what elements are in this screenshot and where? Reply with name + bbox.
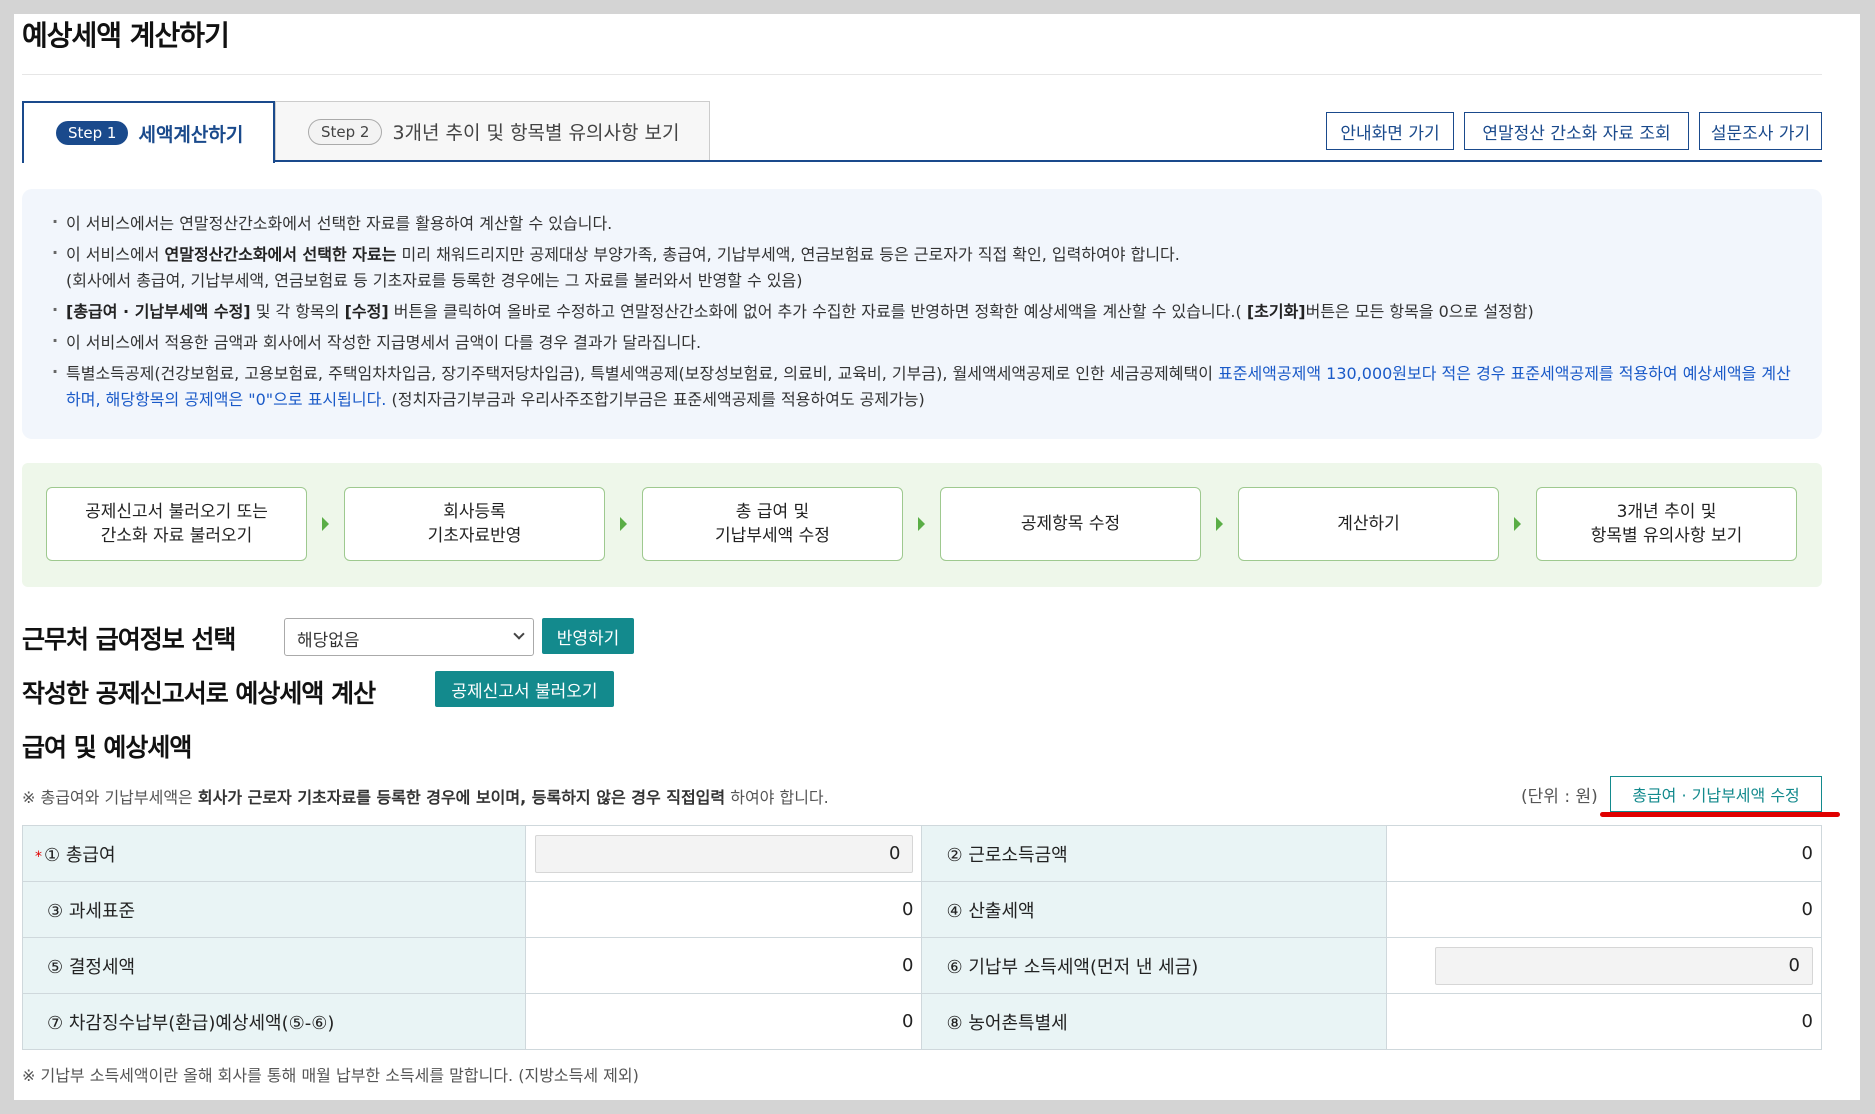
prepaid-tax-input[interactable]: 0 xyxy=(1435,946,1813,985)
survey-button[interactable]: 설문조사 가기 xyxy=(1699,112,1822,150)
arrow-right-icon xyxy=(1514,517,1521,531)
note-bold: 회사가 근로자 기초자료를 등록한 경우에 보이며, 등록하지 않은 경우 직접… xyxy=(197,788,726,807)
value-cell: 0 xyxy=(1386,881,1822,938)
info-bold: [수정] xyxy=(344,302,389,321)
value-cell: 0 xyxy=(524,937,923,994)
value-cell: 0 xyxy=(524,993,923,1050)
tab-underline xyxy=(275,160,1822,162)
table-row: ⑤ 결정세액 0 ⑥ 기납부 소득세액(먼저 낸 세금) 0 xyxy=(22,937,1822,994)
info-box: 이 서비스에서는 연말정산간소화에서 선택한 자료를 활용하여 계산할 수 있습… xyxy=(22,189,1822,439)
flow-text: 계산하기 xyxy=(1337,514,1400,534)
info-text: 버튼은 모든 항목을 0으로 설정함) xyxy=(1305,302,1534,321)
value-cell: 0 xyxy=(524,881,923,938)
workplace-select[interactable]: 해당없음 xyxy=(284,618,534,656)
chevron-down-icon xyxy=(513,628,525,640)
row-label: ④ 산출세액 xyxy=(921,881,1388,938)
workplace-title: 근무처 급여정보 선택 xyxy=(22,625,236,654)
table-row: ⑦ 차감징수납부(환급)예상세액(⑤-⑥) 0 ⑧ 농어촌특별세 0 xyxy=(22,993,1822,1050)
prepaid-tax-cell: 0 xyxy=(1386,937,1822,994)
info-text: 미리 채워드리지만 공제대상 부양가족, 총급여, 기납부세액, 연금보험료 등… xyxy=(396,245,1180,264)
info-item: [총급여 · 기납부세액 수정] 및 각 항목의 [수정] 버튼을 클릭하여 올… xyxy=(52,297,1792,325)
info-text: 특별소득공제(건강보험료, 고용보험료, 주택임차차입금, 장기주택저당차입금)… xyxy=(66,364,1219,383)
unit-label: (단위 : 원) xyxy=(1521,787,1598,807)
info-text: 및 각 항목의 xyxy=(250,302,345,321)
page-frame: 예상세액 계산하기 Step 1 세액계산하기 Step 2 3개년 추이 및 … xyxy=(14,14,1860,1100)
flow-step-1: 공제신고서 불러오기 또는간소화 자료 불러오기 xyxy=(46,487,307,561)
salary-table: * ① 총급여 0 ② 근로소득금액 0 ③ 과세표준 0 ④ 산출세액 0 ⑤ … xyxy=(22,825,1822,1050)
salary-note: ※ 총급여와 기납부세액은 회사가 근로자 기초자료를 등록한 경우에 보이며,… xyxy=(22,784,829,808)
info-bold: [초기화] xyxy=(1246,302,1306,321)
page-title: 예상세액 계산하기 xyxy=(22,19,230,52)
row-label: ⑥ 기납부 소득세액(먼저 낸 세금) xyxy=(921,937,1388,994)
flow-text: 기납부세액 수정 xyxy=(715,526,830,546)
info-text: (회사에서 총급여, 기납부세액, 연금보험료 등 기초자료를 등록한 경우에는… xyxy=(66,271,803,290)
edit-salary-tax-button[interactable]: 총급여 · 기납부세액 수정 xyxy=(1610,776,1822,812)
total-salary-cell: 0 xyxy=(524,825,923,882)
tab-label: 세액계산하기 xyxy=(138,123,244,146)
info-text: 이 서비스에서 xyxy=(66,245,165,264)
info-text: 이 서비스에서는 연말정산간소화에서 선택한 자료를 활용하여 계산할 수 있습… xyxy=(66,214,613,233)
row-label: ③ 과세표준 xyxy=(22,881,526,938)
row-label: ⑧ 농어촌특별세 xyxy=(921,993,1388,1050)
flow-step-5: 계산하기 xyxy=(1238,487,1499,561)
note-text: ※ 총급여와 기납부세액은 xyxy=(22,788,198,807)
flow-text: 공제항목 수정 xyxy=(1020,514,1121,534)
tab-step2[interactable]: Step 2 3개년 추이 및 항목별 유의사항 보기 xyxy=(275,101,710,161)
row-label: ⑤ 결정세액 xyxy=(22,937,526,994)
process-flow: 공제신고서 불러오기 또는간소화 자료 불러오기 회사등록기초자료반영 총 급여… xyxy=(22,463,1822,587)
flow-text: 항목별 유의사항 보기 xyxy=(1590,526,1743,546)
info-item: 이 서비스에서 적용한 금액과 회사에서 작성한 지급명세서 금액이 다를 경우… xyxy=(52,328,1792,356)
step-badge: Step 2 xyxy=(308,118,383,145)
arrow-right-icon xyxy=(1216,517,1223,531)
info-item: 특별소득공제(건강보험료, 고용보험료, 주택임차차입금, 장기주택저당차입금)… xyxy=(52,359,1792,413)
info-text: (정치자금기부금과 우리사주조합기부금은 표준세액공제를 적용하여도 공제가능) xyxy=(386,390,925,409)
flow-text: 간소화 자료 불러오기 xyxy=(100,526,253,546)
declaration-title: 작성한 공제신고서로 예상세액 계산 xyxy=(22,679,376,708)
total-salary-input[interactable]: 0 xyxy=(535,834,914,873)
flow-step-3: 총 급여 및기납부세액 수정 xyxy=(642,487,903,561)
note-text: 하여야 합니다. xyxy=(725,788,829,807)
table-row: * ① 총급여 0 ② 근로소득금액 0 xyxy=(22,825,1822,882)
info-item: 이 서비스에서는 연말정산간소화에서 선택한 자료를 활용하여 계산할 수 있습… xyxy=(52,209,1792,237)
flow-step-4: 공제항목 수정 xyxy=(940,487,1201,561)
flow-step-2: 회사등록기초자료반영 xyxy=(344,487,605,561)
load-declaration-button[interactable]: 공제신고서 불러오기 xyxy=(435,671,614,707)
row-label: ② 근로소득금액 xyxy=(921,825,1388,882)
info-bold: [총급여 · 기납부세액 수정] xyxy=(66,302,251,321)
simplified-data-button[interactable]: 연말정산 간소화 자료 조회 xyxy=(1464,112,1689,150)
row-label: * ① 총급여 xyxy=(22,825,526,882)
flow-text: 총 급여 및 xyxy=(735,502,810,522)
info-bold: 연말정산간소화에서 선택한 자료는 xyxy=(164,245,397,264)
guide-button[interactable]: 안내화면 가기 xyxy=(1326,112,1454,150)
annotation-underline xyxy=(1600,812,1840,817)
label-text: ① 총급여 xyxy=(44,844,116,866)
arrow-right-icon xyxy=(322,517,329,531)
flow-text: 기초자료반영 xyxy=(427,526,522,546)
apply-button[interactable]: 반영하기 xyxy=(542,618,634,654)
flow-text: 3개년 추이 및 xyxy=(1616,502,1717,522)
salary-title: 급여 및 예상세액 xyxy=(22,733,192,762)
value-cell: 0 xyxy=(1386,825,1822,882)
footnote: ※ 기납부 소득세액이란 올해 회사를 통해 매월 납부한 소득세를 말합니다.… xyxy=(22,1066,639,1085)
value-cell: 0 xyxy=(1386,993,1822,1050)
step-badge: Step 1 xyxy=(56,121,129,145)
info-item: 이 서비스에서 연말정산간소화에서 선택한 자료는 미리 채워드리지만 공제대상… xyxy=(52,240,1792,294)
title-divider xyxy=(22,74,1822,75)
tab-label: 3개년 추이 및 항목별 유의사항 보기 xyxy=(392,122,680,144)
info-text: 버튼을 클릭하여 올바로 수정하고 연말정산간소화에 없어 추가 수집한 자료를… xyxy=(388,302,1247,321)
select-value: 해당없음 xyxy=(297,631,360,651)
tab-step1[interactable]: Step 1 세액계산하기 xyxy=(22,101,275,163)
arrow-right-icon xyxy=(918,517,925,531)
arrow-right-icon xyxy=(620,517,627,531)
flow-text: 회사등록 xyxy=(443,502,506,522)
table-row: ③ 과세표준 0 ④ 산출세액 0 xyxy=(22,881,1822,938)
flow-step-6: 3개년 추이 및항목별 유의사항 보기 xyxy=(1536,487,1797,561)
flow-text: 공제신고서 불러오기 또는 xyxy=(85,502,268,522)
row-label: ⑦ 차감징수납부(환급)예상세액(⑤-⑥) xyxy=(22,993,526,1050)
info-text: 이 서비스에서 적용한 금액과 회사에서 작성한 지급명세서 금액이 다를 경우… xyxy=(66,333,702,352)
required-mark: * xyxy=(35,848,42,865)
